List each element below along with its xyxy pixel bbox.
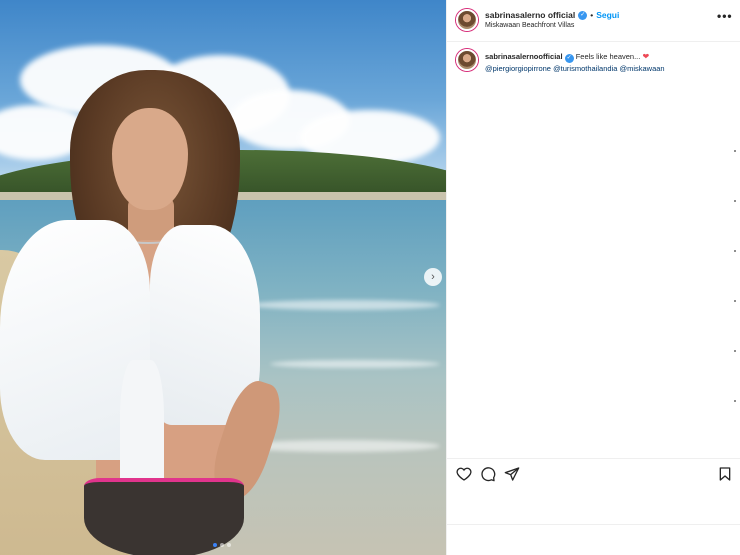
post-side-panel: sabrinasalerno official ✓ • Segui Miskaw… [446, 0, 740, 555]
post-media[interactable]: › [0, 0, 446, 555]
wave-foam [250, 300, 440, 310]
caption-text: sabrinasalernoofficial ✓ Feels like heav… [485, 51, 733, 74]
header-username-row: sabrinasalerno official ✓ • Segui [485, 10, 619, 20]
caption-mentions[interactable]: @piergiorgiopirrone @turismothailandia @… [485, 64, 665, 73]
face [112, 108, 188, 210]
share-icon[interactable] [504, 466, 520, 482]
red-heart-emoji-icon: ❤ [642, 52, 650, 61]
carousel-dot [213, 543, 217, 547]
username-link[interactable]: sabrinasalerno official [485, 10, 575, 20]
location-link[interactable]: Miskawaan Beachfront Villas [485, 22, 574, 29]
verified-badge-icon: ✓ [564, 53, 574, 63]
caption-username[interactable]: sabrinasalernoofficial [485, 52, 563, 61]
wave-foam [270, 360, 440, 368]
avatar[interactable] [456, 9, 478, 31]
follow-button[interactable]: Segui [596, 10, 619, 20]
carousel-indicator [213, 543, 231, 547]
heart-icon[interactable] [456, 466, 472, 482]
caption-avatar[interactable] [456, 49, 478, 71]
action-bar [447, 458, 740, 488]
verified-badge-icon: ✓ [578, 10, 588, 20]
more-options-icon[interactable]: ••• [717, 9, 733, 23]
post-header: sabrinasalerno official ✓ • Segui Miskaw… [447, 0, 740, 42]
next-slide-button[interactable]: › [424, 268, 442, 286]
scroll-markers [734, 150, 736, 450]
carousel-dot [220, 543, 224, 547]
separator: • [590, 10, 594, 20]
carousel-dot [227, 543, 231, 547]
comment-icon[interactable] [480, 466, 496, 482]
bookmark-icon[interactable] [717, 466, 733, 482]
caption-body: Feels like heaven... [575, 52, 641, 61]
divider [447, 524, 740, 525]
